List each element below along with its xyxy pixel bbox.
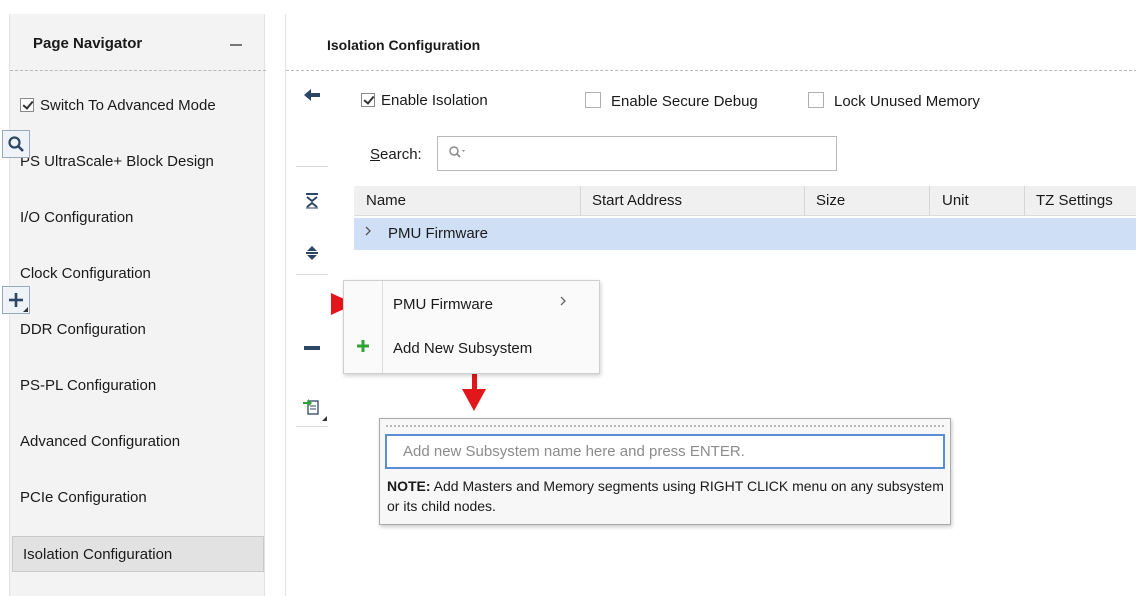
column-separator[interactable] — [580, 186, 581, 216]
column-header-size[interactable]: Size — [816, 192, 845, 209]
row-name-pmu-firmware: PMU Firmware — [388, 225, 488, 242]
submenu-arrow-icon — [559, 295, 567, 310]
search-label: Search: — [370, 146, 422, 163]
search-icon[interactable] — [2, 130, 30, 158]
lock-unused-memory-checkbox[interactable]: Lock Unused Memory — [808, 92, 980, 110]
popup-note: NOTE: Add Masters and Memory segments us… — [387, 476, 947, 516]
import-icon[interactable] — [296, 392, 328, 422]
search-label-rest: earch: — [380, 146, 422, 163]
remove-icon[interactable] — [296, 333, 328, 363]
red-arrow-down-head-icon — [462, 389, 486, 411]
nav-item-io-configuration[interactable]: I/O Configuration — [10, 200, 266, 236]
note-text: Add Masters and Memory segments using RI… — [387, 478, 944, 514]
navigator-title: Page Navigator — [33, 35, 143, 52]
nav-item-ddr-configuration[interactable]: DDR Configuration — [10, 312, 266, 348]
dropdown-indicator-icon — [322, 416, 327, 421]
enable-secure-debug-label: Enable Secure Debug — [611, 93, 758, 110]
column-header-start-address[interactable]: Start Address — [592, 192, 682, 209]
nav-item-ps-pl-configuration[interactable]: PS-PL Configuration — [10, 368, 266, 404]
column-separator[interactable] — [929, 186, 930, 216]
new-subsystem-popup: NOTE: Add Masters and Memory segments us… — [379, 418, 951, 525]
toolbar-separator — [296, 274, 328, 275]
lock-unused-memory-label: Lock Unused Memory — [834, 93, 980, 110]
back-arrow-icon[interactable] — [296, 80, 328, 110]
checkbox-icon[interactable] — [808, 92, 824, 108]
chevron-right-icon[interactable] — [364, 225, 372, 240]
checkbox-icon[interactable] — [585, 92, 601, 108]
toolbar-separator — [296, 166, 328, 167]
popup-drag-handle[interactable] — [386, 425, 944, 428]
enable-isolation-checkbox[interactable]: Enable Isolation — [361, 92, 488, 109]
column-header-unit[interactable]: Unit — [942, 192, 969, 209]
search-dropdown-icon[interactable] — [448, 145, 468, 162]
column-header-tz-settings[interactable]: TZ Settings — [1036, 192, 1113, 209]
nav-item-pcie-configuration[interactable]: PCIe Configuration — [10, 480, 266, 516]
minimize-icon[interactable] — [230, 44, 242, 46]
add-icon[interactable] — [2, 286, 30, 314]
enable-secure-debug-checkbox[interactable]: Enable Secure Debug — [585, 92, 758, 110]
advanced-mode-checkbox[interactable]: Switch To Advanced Mode — [10, 88, 266, 124]
nav-item-advanced-configuration[interactable]: Advanced Configuration — [10, 424, 266, 460]
add-context-menu: PMU Firmware Add New Subsystem — [343, 280, 600, 374]
nav-item-isolation-configuration[interactable]: Isolation Configuration — [12, 536, 264, 572]
collapse-all-icon[interactable] — [296, 186, 328, 216]
subsystem-name-input[interactable] — [385, 434, 945, 469]
page-navigator-panel: Page Navigator Switch To Advanced Mode P… — [9, 14, 266, 596]
column-separator[interactable] — [1024, 186, 1025, 216]
expand-all-icon[interactable] — [296, 238, 328, 268]
navigator-header: Page Navigator — [10, 14, 266, 71]
search-input[interactable] — [437, 136, 837, 171]
table-header: Name Start Address Size Unit TZ Settings — [354, 186, 1136, 216]
advanced-mode-label: Switch To Advanced Mode — [40, 97, 216, 114]
menu-item-label: PMU Firmware — [393, 296, 493, 313]
column-header-name[interactable]: Name — [366, 192, 406, 209]
checkbox-icon[interactable] — [361, 93, 375, 107]
main-header: Isolation Configuration — [286, 14, 1136, 71]
table-row[interactable]: PMU Firmware — [354, 218, 1136, 250]
menu-item-add-new-subsystem[interactable]: Add New Subsystem — [344, 327, 599, 371]
note-label: NOTE: — [387, 478, 431, 494]
dropdown-indicator-icon — [23, 307, 28, 312]
nav-item-ps-block-design[interactable]: PS UltraScale+ Block Design — [10, 144, 266, 180]
nav-item-clock-configuration[interactable]: Clock Configuration — [10, 256, 266, 292]
green-plus-icon — [356, 336, 370, 359]
toolbar-separator — [296, 426, 328, 427]
checkbox-icon[interactable] — [20, 98, 34, 112]
column-separator[interactable] — [804, 186, 805, 216]
page-title: Isolation Configuration — [327, 37, 481, 53]
enable-isolation-label: Enable Isolation — [381, 92, 488, 109]
menu-item-label: Add New Subsystem — [393, 340, 533, 357]
menu-item-pmu-firmware[interactable]: PMU Firmware — [344, 283, 599, 327]
